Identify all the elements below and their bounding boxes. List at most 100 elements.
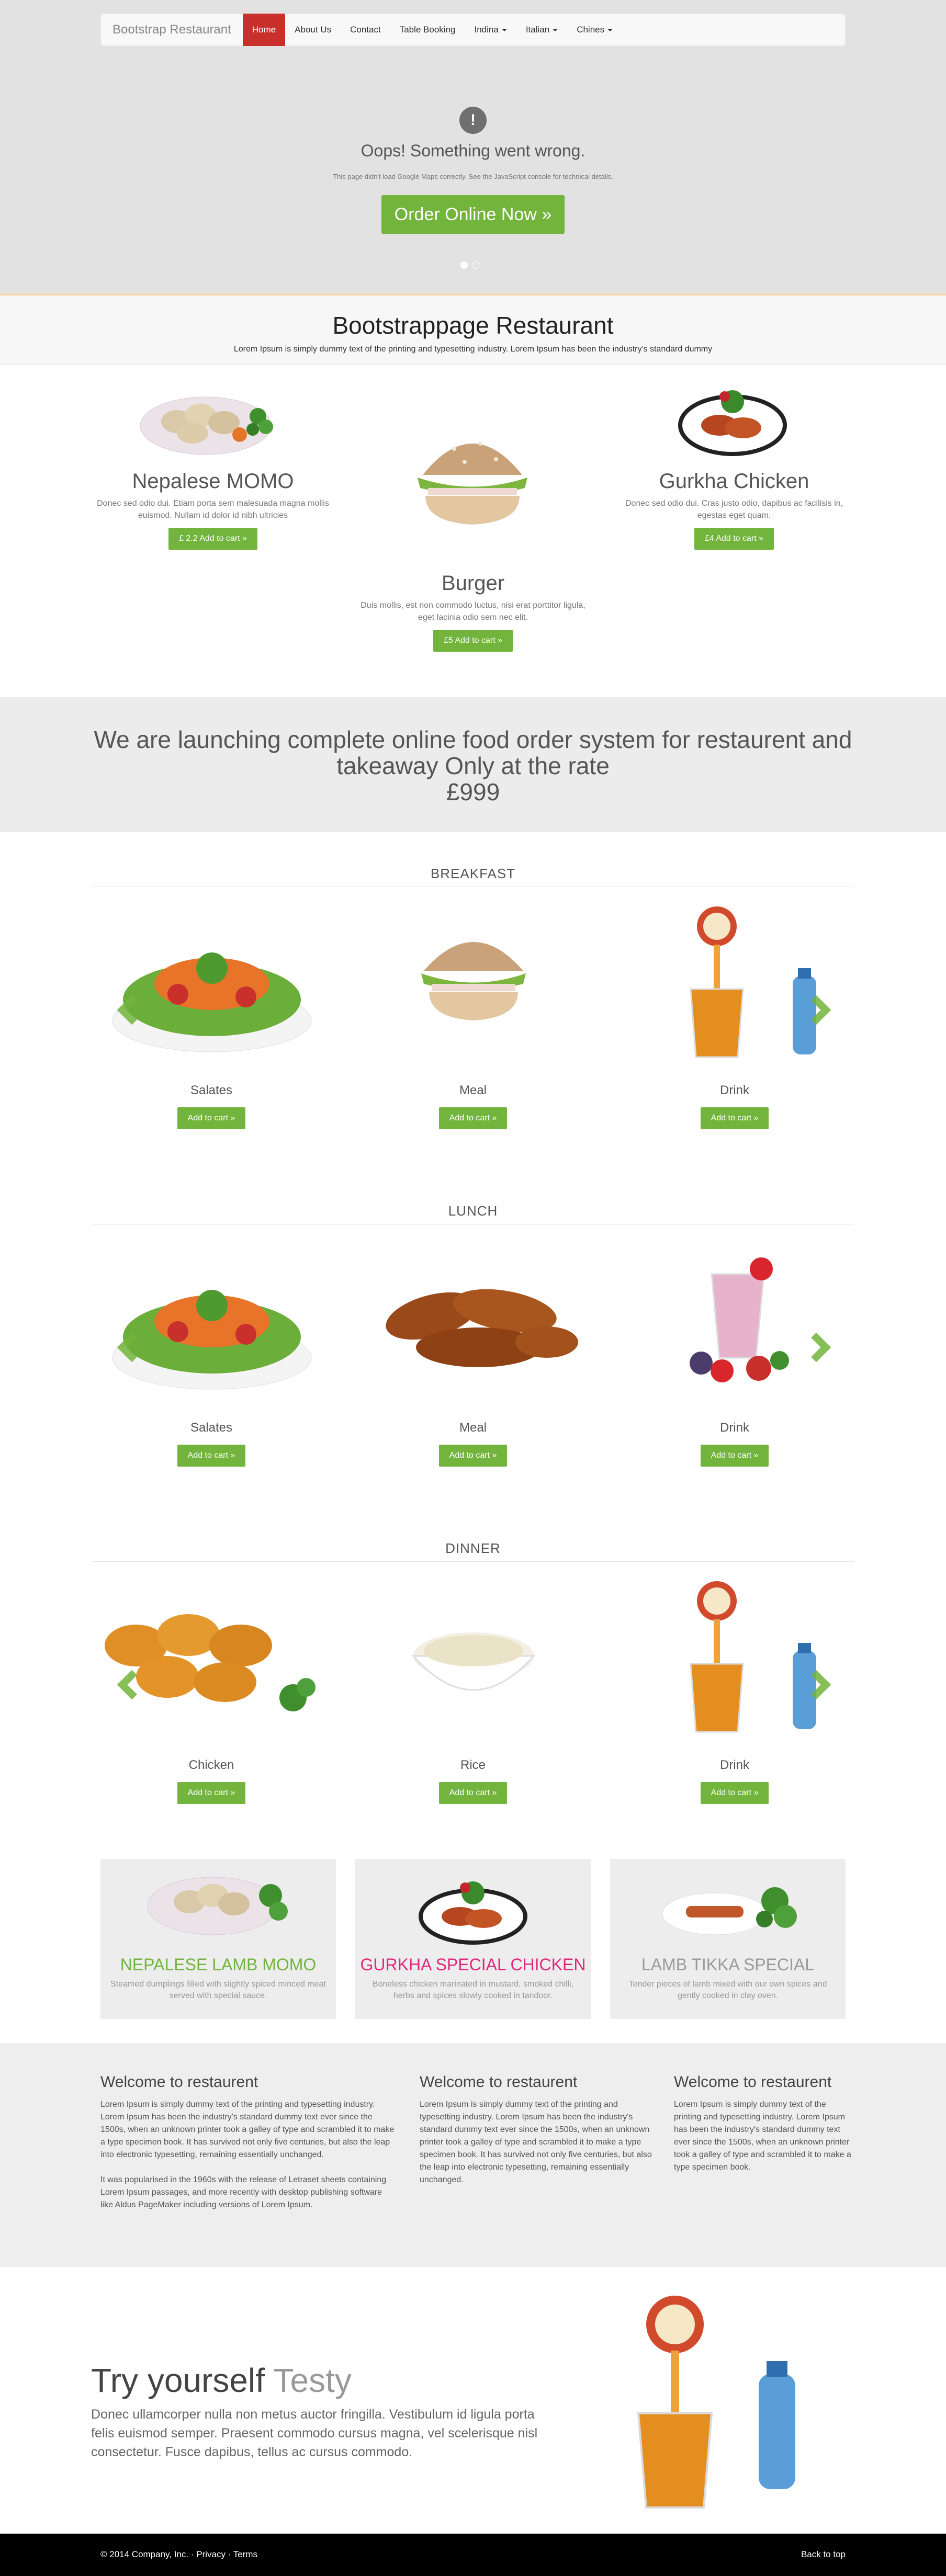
add-to-cart-button[interactable]: £5 Add to cart » [433, 630, 513, 652]
welcome-text: Lorem Ipsum is simply dummy text of the … [674, 2100, 851, 2172]
caret-down-icon [607, 28, 613, 31]
dish-name: Nepalese MOMO [132, 470, 294, 493]
menu-breakfast: BREAKFAST Salates Add to cart » Meal Add t… [0, 832, 946, 1170]
add-to-cart-button[interactable]: Add to cart » [177, 1107, 246, 1129]
navbar-brand[interactable]: Bootstrap Restaurant [101, 14, 243, 46]
featured-item: Burger Duis mollis, est non commodo luct… [355, 572, 591, 652]
warning-icon: ! [459, 107, 487, 134]
nav-chines-label: Chines [577, 25, 605, 35]
caret-down-icon [501, 28, 507, 31]
menu-item-name: Drink [719, 1758, 749, 1772]
featured-dishes: Nepalese MOMO Donec sed odio dui. Etiam … [0, 365, 946, 697]
footer: © 2014 Company, Inc. · Privacy · Terms B… [0, 2534, 946, 2576]
momo-image [147, 1877, 288, 1935]
nav-indina-dropdown[interactable]: Indina [465, 14, 516, 46]
add-to-cart-button[interactable]: Add to cart » [177, 1445, 246, 1467]
add-to-cart-button[interactable]: Add to cart » [438, 1107, 508, 1129]
menu-item-name: Drink [719, 1421, 749, 1435]
welcome-section: Welcome to restaurent Lorem Ipsum is sim… [0, 2043, 946, 2267]
special-description: Boneless chicken marinated in mustard, s… [372, 1980, 574, 2000]
add-to-cart-button[interactable]: Add to cart » [438, 1782, 508, 1804]
dish-description: Duis mollis, est non commodo luctus, nis… [361, 601, 585, 622]
add-to-cart-button[interactable]: Add to cart » [700, 1107, 769, 1129]
nav-contact[interactable]: Contact [341, 14, 390, 46]
juice-drink-image [690, 906, 816, 1058]
special-card[interactable]: NEPALESE LAMB MOMO Steamed dumplings fil… [100, 1859, 336, 2019]
try-heading-main: Try yourself [91, 2362, 265, 2399]
page-title: Bootstrappage Restaurant [332, 312, 614, 339]
special-title: GURKHA SPECIAL CHICKEN [360, 1955, 586, 1974]
welcome-text: It was popularised in the 1960s with the… [100, 2175, 387, 2209]
featured-item: Gurkha Chicken Donec sed odio dui. Cras … [616, 470, 852, 550]
nav-home[interactable]: Home [242, 14, 286, 46]
welcome-column: Welcome to restaurent Lorem Ipsum is sim… [674, 2073, 852, 2174]
nav-italian-label: Italian [525, 25, 550, 35]
featured-item: Nepalese MOMO Donec sed odio dui. Etiam … [95, 470, 331, 550]
caret-down-icon [553, 28, 558, 31]
nav-chines-dropdown[interactable]: Chines [567, 14, 622, 46]
try-heading-accent: Testy [273, 2362, 352, 2399]
nav-italian-dropdown[interactable]: Italian [516, 14, 567, 46]
chicken-strips-image [386, 1289, 578, 1367]
add-to-cart-button[interactable]: £ 2.2 Add to cart » [168, 528, 257, 550]
title-band: Bootstrappage Restaurant Lorem Ipsum is … [0, 296, 946, 365]
carousel-dot[interactable] [460, 262, 468, 269]
menu-item: Rice Add to cart » [368, 1758, 578, 1804]
try-text: Donec ullamcorper nulla non metus auctor… [91, 2407, 538, 2459]
try-section: Try yourself Testy Donec ullamcorper nul… [0, 2267, 946, 2534]
welcome-text: Lorem Ipsum is simply dummy text of the … [100, 2100, 395, 2159]
add-to-cart-button[interactable]: Add to cart » [700, 1445, 769, 1467]
welcome-title: Welcome to restaurent [420, 2073, 578, 2091]
back-to-top-link[interactable]: Back to top [801, 2549, 846, 2560]
menu-title: BREAKFAST [430, 866, 516, 881]
menu-dinner: DINNER Chicken Add to cart » Rice Add to c… [0, 1507, 946, 1844]
dish-name: Burger [441, 572, 505, 595]
menu-item-name: Salates [190, 1083, 233, 1097]
carousel-next-arrow[interactable] [801, 1332, 831, 1363]
order-online-button[interactable]: Order Online Now » [381, 195, 565, 234]
add-to-cart-button[interactable]: Add to cart » [700, 1782, 769, 1804]
launch-banner: We are launching complete online food or… [0, 697, 946, 832]
menu-item: Meal Add to cart » [368, 1083, 578, 1129]
footer-copyright[interactable]: © 2014 Company, Inc. · Privacy · Terms [100, 2549, 257, 2560]
specials-row: NEPALESE LAMB MOMO Steamed dumplings fil… [0, 1844, 946, 2043]
menu-item: Meal Add to cart » [368, 1421, 578, 1467]
launch-line: takeaway Only at the rate [336, 752, 610, 779]
map-error-title: Oops! Something went wrong. [361, 141, 585, 160]
menu-item: Salates Add to cart » [107, 1421, 316, 1467]
add-to-cart-button[interactable]: Add to cart » [177, 1782, 246, 1804]
lamb-tikka-image [662, 1887, 797, 1935]
carousel-dot[interactable] [472, 262, 479, 269]
hero-map: Bootstrap Restaurant Home About Us Conta… [0, 0, 946, 296]
welcome-title: Welcome to restaurent [674, 2073, 832, 2091]
welcome-column: Welcome to restaurent Lorem Ipsum is sim… [100, 2073, 396, 2211]
add-to-cart-button[interactable]: £4 Add to cart » [694, 528, 774, 550]
menu-item: Drink Add to cart » [630, 1758, 839, 1804]
menu-item-name: Drink [719, 1083, 749, 1097]
dish-description: Donec sed odio dui. Etiam porta sem male… [97, 499, 329, 520]
menu-item-name: Meal [459, 1083, 487, 1097]
menu-item-name: Rice [460, 1758, 486, 1772]
launch-price: £999 [446, 778, 500, 805]
carousel-indicators [460, 262, 479, 269]
add-to-cart-button[interactable]: Add to cart » [438, 1445, 508, 1467]
launch-line: We are launching complete online food or… [94, 726, 852, 753]
chicken-image [419, 1881, 527, 1945]
menu-item: Salates Add to cart » [107, 1083, 316, 1129]
special-title: LAMB TIKKA SPECIAL [641, 1955, 815, 1974]
special-card[interactable]: GURKHA SPECIAL CHICKEN Boneless chicken … [355, 1859, 591, 2019]
salad-image [112, 1290, 312, 1390]
nav-table-booking[interactable]: Table Booking [390, 14, 465, 46]
try-heading: Try yourself Testy [91, 2361, 352, 2400]
menu-item-name: Chicken [188, 1758, 234, 1772]
special-card[interactable]: LAMB TIKKA SPECIAL Tender pieces of lamb… [610, 1859, 846, 2019]
welcome-title: Welcome to restaurent [100, 2073, 258, 2091]
special-title: NEPALESE LAMB MOMO [120, 1955, 317, 1974]
nav-indina-label: Indina [474, 25, 499, 35]
burger-image [418, 441, 527, 525]
nav-about[interactable]: About Us [285, 14, 341, 46]
special-description: Steamed dumplings filled with slightly s… [110, 1980, 326, 2000]
menu-lunch: LUNCH Salates Add to cart » Meal Add to ca… [0, 1170, 946, 1507]
page-subtitle: Lorem Ipsum is simply dummy text of the … [233, 345, 713, 354]
special-description: Tender pieces of lamb mixed with our own… [628, 1980, 827, 2000]
